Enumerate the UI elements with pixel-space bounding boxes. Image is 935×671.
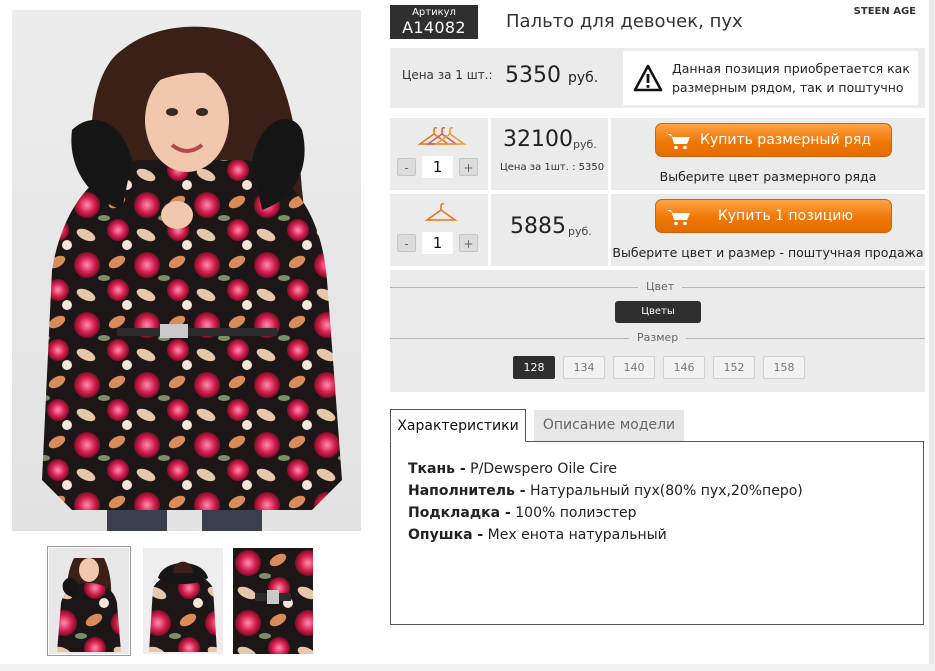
spec-key: Опушка - <box>408 527 484 543</box>
unit-price-amount: 5350 руб. <box>505 63 598 88</box>
set-qty-input[interactable]: 1 <box>422 156 453 178</box>
color-option-selected[interactable]: Цветы <box>615 301 701 323</box>
buy-size-set-label: Купить размерный ряд <box>699 132 872 148</box>
sku-label: Артикул <box>412 7 456 18</box>
page-edge <box>929 0 935 671</box>
buy-single-row: - 1 + 5885 руб. Купить 1 позицию Выберит… <box>390 194 925 266</box>
characteristics-panel: Ткань - P/Dewspero Oile Cire Наполнитель… <box>390 441 924 625</box>
single-qty-decrease-button[interactable]: - <box>397 234 416 252</box>
set-qty-decrease-button[interactable]: - <box>397 158 416 176</box>
buy-size-set-button[interactable]: Купить размерный ряд <box>655 123 892 157</box>
single-price-value: 5885 <box>510 214 566 239</box>
hangers-icon <box>417 126 467 145</box>
spec-list: Ткань - P/Dewspero Oile Cire Наполнитель… <box>408 458 803 546</box>
single-buy-hint: Выберите цвет и размер - поштучная прода… <box>612 245 924 260</box>
purchase-notice: Данная позиция приобретается как размерн… <box>623 51 918 105</box>
thumbnail-back-image <box>143 548 223 654</box>
single-price-currency: руб. <box>568 225 592 238</box>
color-title: Цвет <box>638 280 683 293</box>
spec-value: P/Dewspero Oile Cire <box>470 461 618 477</box>
single-price-cell: 5885 руб. <box>491 194 608 266</box>
set-quantity-stepper: - 1 + <box>397 156 481 178</box>
set-price-currency: руб. <box>573 138 597 151</box>
spec-value: Натуральный пух(80% пух,20%перо) <box>530 483 803 499</box>
girl-in-floral-coat-image <box>42 26 342 531</box>
product-title: Пальто для девочек, пух <box>506 11 743 32</box>
unit-price-label: Цена за 1 шт.: <box>402 68 493 82</box>
size-option-140[interactable]: 140 <box>613 356 655 379</box>
unit-price-currency: руб. <box>568 70 599 86</box>
spec-key: Подкладка - <box>408 505 511 521</box>
options-panel: Цвет Цветы Размер 128 134 140 146 152 15… <box>390 270 925 392</box>
set-buy-cell: Купить размерный ряд Выберите цвет разме… <box>611 118 925 190</box>
thumbnail-front-image <box>49 548 129 654</box>
spec-row-lining: Подкладка - 100% полиэстер <box>408 502 803 524</box>
thumbnail-detail[interactable] <box>233 548 313 654</box>
set-price-value: 32100 <box>503 127 573 152</box>
spec-key: Наполнитель - <box>408 483 526 499</box>
thumbnail-front[interactable] <box>47 546 131 656</box>
hanger-icon <box>424 202 458 221</box>
spec-row-filling: Наполнитель - Натуральный пух(80% пух,20… <box>408 480 803 502</box>
size-option-128[interactable]: 128 <box>513 356 555 379</box>
single-qty-input[interactable]: 1 <box>422 232 453 254</box>
notice-text: Данная позиция приобретается как размерн… <box>672 61 910 95</box>
size-option-134[interactable]: 134 <box>563 356 605 379</box>
unit-price-panel: Цена за 1 шт.: 5350 руб. Данная позиция … <box>390 48 925 108</box>
product-main-photo[interactable] <box>12 10 361 531</box>
buy-one-item-label: Купить 1 позицию <box>717 208 854 224</box>
thumbnail-detail-image <box>233 548 313 654</box>
page-bottom-edge <box>0 664 935 671</box>
warning-icon <box>633 64 663 92</box>
single-buy-cell: Купить 1 позицию Выберите цвет и размер … <box>611 194 925 266</box>
spec-row-trim: Опушка - Мех енота натуральный <box>408 524 803 546</box>
set-unit-price-note: Цена за 1шт. : 5350 <box>500 162 605 173</box>
set-price-cell: 32100 руб. Цена за 1шт. : 5350 <box>491 118 608 190</box>
buy-set-row: - 1 + 32100 руб. Цена за 1шт. : 5350 Куп… <box>390 118 925 190</box>
unit-price-value: 5350 <box>505 63 561 88</box>
size-option-158[interactable]: 158 <box>763 356 805 379</box>
brand-label[interactable]: STEEN AGE <box>854 6 916 17</box>
tab-model-description[interactable]: Описание модели <box>534 410 684 441</box>
set-quantity-cell: - 1 + <box>390 118 488 190</box>
spec-value: 100% полиэстер <box>515 505 637 521</box>
thumbnail-back[interactable] <box>143 548 223 654</box>
spec-value: Мех енота натуральный <box>487 527 667 543</box>
sku-badge: Артикул A14082 <box>390 5 478 39</box>
set-buy-hint: Выберите цвет размерного ряда <box>659 169 877 184</box>
single-qty-increase-button[interactable]: + <box>459 234 478 252</box>
spec-row-fabric: Ткань - P/Dewspero Oile Cire <box>408 458 803 480</box>
spec-key: Ткань - <box>408 461 466 477</box>
size-option-152[interactable]: 152 <box>713 356 755 379</box>
single-quantity-stepper: - 1 + <box>397 232 481 254</box>
single-quantity-cell: - 1 + <box>390 194 488 266</box>
buy-one-item-button[interactable]: Купить 1 позицию <box>655 199 892 233</box>
sku-value: A14082 <box>402 18 466 37</box>
size-title: Размер <box>629 331 687 344</box>
size-option-146[interactable]: 146 <box>663 356 705 379</box>
set-qty-increase-button[interactable]: + <box>459 158 478 176</box>
tab-characteristics[interactable]: Характеристики <box>390 409 526 442</box>
